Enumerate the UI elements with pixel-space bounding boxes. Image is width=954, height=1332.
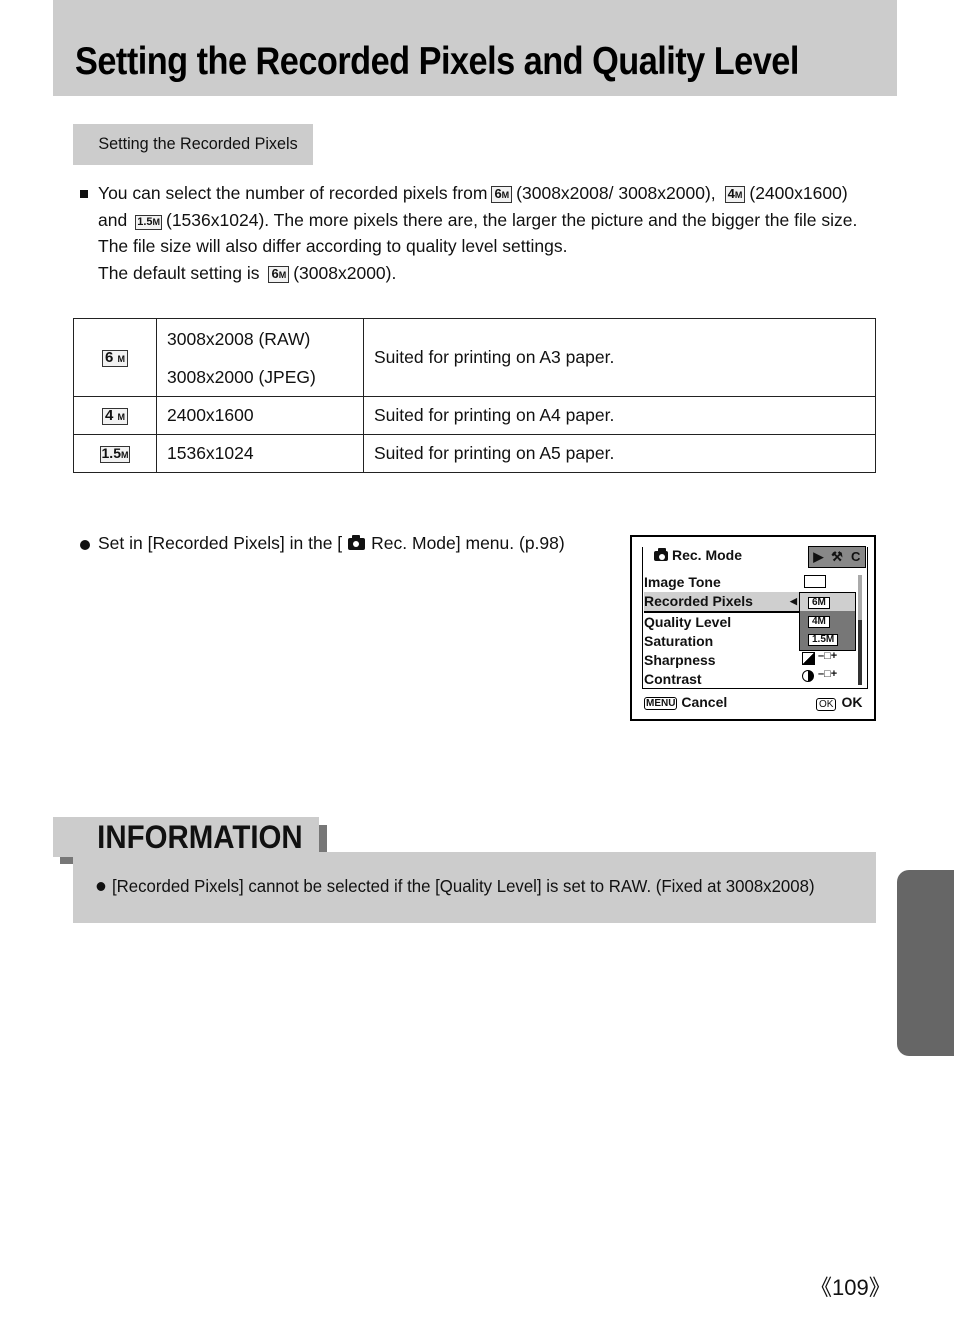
text: Rec. Mode] menu. (p.98) <box>371 533 565 553</box>
pixels-table: 6 M 3008x2008 (RAW) 3008x2000 (JPEG) Suit… <box>73 318 876 473</box>
camera-lcd-screen: Rec. Mode ▶ ⚒ C Image Tone Recorded Pixe… <box>630 535 876 721</box>
description-cell: Suited for printing on A4 paper. <box>363 396 876 435</box>
text: and <box>98 209 128 230</box>
cancel-button[interactable]: Cancel <box>681 694 727 710</box>
tab-playback[interactable]: ▶ <box>809 547 828 567</box>
contrast-slider-icon: –□+ <box>818 668 838 680</box>
title-bar: Setting the Recorded Pixels and Quality … <box>53 0 897 96</box>
section-tab-label: Setting the Recorded Pixels <box>98 134 298 153</box>
menu-key-icon: MENU <box>644 697 678 710</box>
option-1-5m[interactable]: 1.5M <box>808 634 839 646</box>
menu-header-label: Rec. Mode <box>672 547 743 563</box>
tab-setup[interactable]: ⚒ <box>828 547 847 567</box>
table-row: 6 M 3008x2008 (RAW) 3008x2000 (JPEG) Suit… <box>73 318 876 397</box>
4m-icon: 4 M <box>101 408 128 425</box>
set-in-note: Set in [Recorded Pixels] in the [ Rec. Mo… <box>80 533 565 554</box>
resolution-cell: 2400x1600 <box>156 396 364 435</box>
sharpness-icon <box>802 652 815 665</box>
ok-label: OK <box>841 694 863 710</box>
text: You can select the number of recorded pi… <box>98 183 488 203</box>
information-heading: INFORMATION <box>53 817 319 857</box>
pixels-dropdown: 6M 4M 1.5M <box>799 592 856 651</box>
image-tone-icon <box>804 575 826 588</box>
icon-cell: 4 M <box>73 396 157 435</box>
contrast-icon <box>802 670 814 682</box>
ok-key-icon: OK <box>816 698 837 711</box>
6m-icon: 6M <box>268 265 290 283</box>
text: Set in [Recorded Pixels] in the [ <box>98 533 343 553</box>
table-row: 4 M 2400x1600 Suited for printing on A4 … <box>73 396 876 435</box>
text: (2400x1600) <box>749 183 848 203</box>
option-4m[interactable]: 4M <box>808 616 830 628</box>
6m-icon: 6 M <box>101 350 128 367</box>
page-title: Setting the Recorded Pixels and Quality … <box>75 40 799 83</box>
text: 3008x2008 (RAW) <box>167 328 311 349</box>
camera-icon <box>654 548 668 561</box>
icon-cell: 6 M <box>73 318 157 397</box>
description-cell: Suited for printing on A3 paper. <box>363 318 876 397</box>
text: 3008x2000 (JPEG) <box>167 366 316 387</box>
table-row: 1.5M 1536x1024 Suited for printing on A5… <box>73 434 876 473</box>
intro-paragraph: You can select the number of recorded pi… <box>80 180 888 286</box>
6m-icon: 6M <box>491 186 513 203</box>
square-bullet-icon <box>80 190 88 198</box>
ok-button[interactable]: OK OK <box>816 694 862 711</box>
menu-header: Rec. Mode <box>644 547 742 563</box>
tab-custom[interactable]: C <box>846 547 865 567</box>
left-arrow-icon: ◀ <box>790 596 797 606</box>
menu-tabs: ▶ ⚒ C <box>808 546 866 568</box>
description-cell: Suited for printing on A5 paper. <box>363 434 876 473</box>
option-6m[interactable]: 6M <box>808 597 830 609</box>
1-5m-icon: 1.5M <box>99 445 131 463</box>
section-tab: Setting the Recorded Pixels <box>73 124 313 165</box>
sharpness-slider-icon: –□+ <box>818 650 838 662</box>
menu-item-label: Recorded Pixels <box>644 593 753 609</box>
text: The default setting is <box>98 262 260 283</box>
resolution-cell: 3008x2008 (RAW) 3008x2000 (JPEG) <box>156 318 364 397</box>
menu-footer: MENU Cancel OK OK <box>644 694 866 711</box>
4m-icon: 4M <box>724 186 746 203</box>
text: (3008x2008/ 3008x2000), <box>516 183 716 203</box>
page-number: 《109》 <box>810 1275 891 1300</box>
round-bullet-icon <box>80 540 90 550</box>
text: The file size will also differ according… <box>98 236 568 256</box>
resolution-cell: 1536x1024 <box>156 434 364 473</box>
icon-cell: 1.5M <box>73 434 157 473</box>
round-bullet-icon <box>96 882 106 891</box>
chapter-side-tab <box>897 870 954 1056</box>
information-note: [Recorded Pixels] cannot be selected if … <box>96 876 815 897</box>
1-5m-icon: 1.5M <box>135 214 162 230</box>
information-title: INFORMATION <box>97 819 303 855</box>
text: [Recorded Pixels] cannot be selected if … <box>112 876 815 896</box>
text: (1536x1024). The more pixels there are, … <box>166 209 858 230</box>
camera-icon <box>348 535 366 550</box>
scrollbar[interactable] <box>858 575 862 685</box>
text: (3008x2000). <box>293 262 397 283</box>
